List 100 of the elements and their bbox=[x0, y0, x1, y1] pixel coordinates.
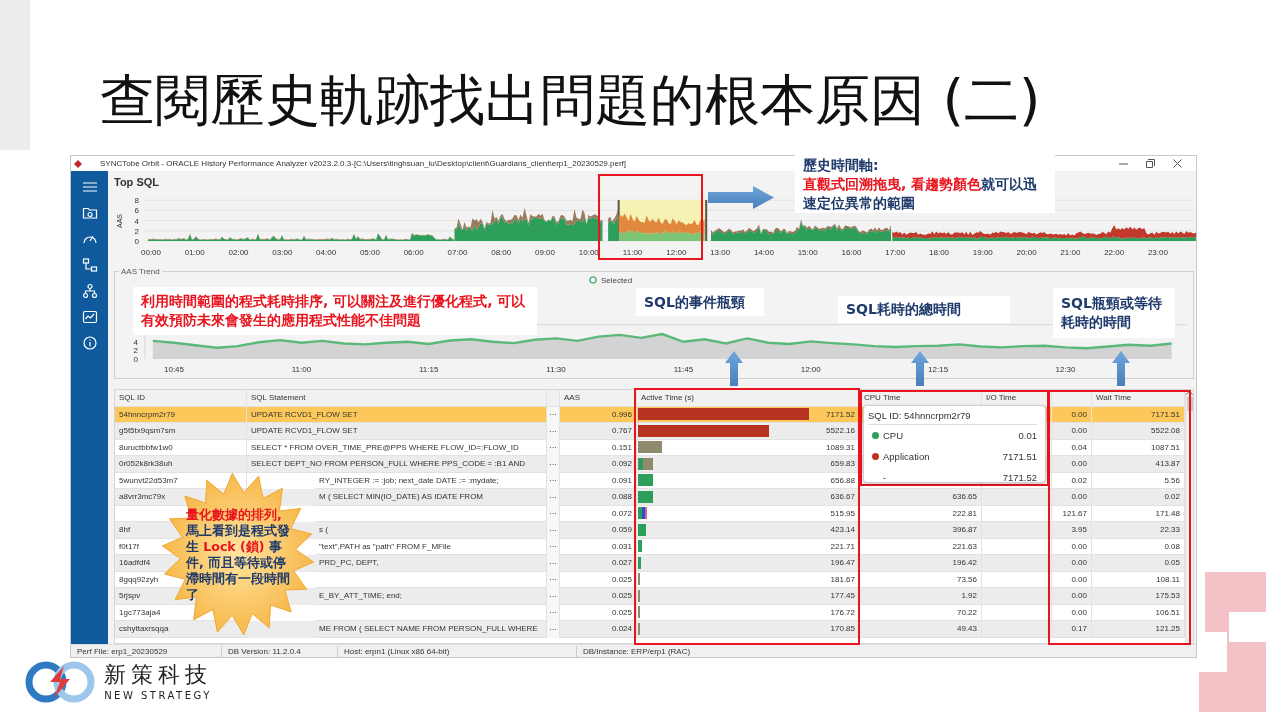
app-logo-icon bbox=[74, 159, 82, 168]
table-cell: 0.072 bbox=[611, 508, 632, 518]
callout-heading: 歷史時間軸: bbox=[803, 155, 880, 175]
table-cell: 0.00 bbox=[1071, 574, 1087, 584]
table-cell: a8vrr3mc79x bbox=[119, 492, 166, 502]
panel-title: AAS Trend bbox=[120, 266, 161, 276]
axis-label: 10:45 bbox=[164, 364, 185, 374]
scroll-up-icon[interactable] bbox=[1186, 389, 1193, 395]
table-cell: 3.95 bbox=[1071, 525, 1087, 535]
scroll-thumb[interactable] bbox=[1186, 396, 1193, 411]
axis-label: 00:00 bbox=[141, 247, 161, 257]
table-cell: s ( bbox=[319, 525, 328, 535]
restore-icon[interactable] bbox=[1146, 159, 1155, 168]
company-tagline: NEW STRATEGY bbox=[104, 690, 212, 701]
close-icon[interactable] bbox=[1173, 159, 1182, 168]
table-cell: 0.02 bbox=[1164, 492, 1180, 502]
table-cell: g5t5tx9qsm7sm bbox=[119, 426, 176, 436]
table-cell: 0.05 bbox=[1164, 558, 1180, 568]
table-cell: 177.45 bbox=[830, 591, 855, 601]
axis-label: 0 bbox=[133, 354, 138, 364]
table-cell: 515.95 bbox=[830, 508, 855, 518]
legend-label: Selected bbox=[601, 275, 633, 285]
axis-label: 16:00 bbox=[841, 247, 862, 257]
callout-text: 直觀式回溯拖曳, 看趨勢顏色就可以迅速定位異常的範圍 bbox=[803, 174, 1039, 213]
tooltip-value: 7171.52 bbox=[1002, 472, 1037, 483]
more-button[interactable]: ··· bbox=[547, 588, 560, 605]
table-cell: 121.25 bbox=[1155, 624, 1180, 634]
pointer-arrow bbox=[708, 186, 774, 209]
more-button[interactable]: ··· bbox=[547, 456, 560, 473]
table-cell: 0.996 bbox=[611, 409, 632, 419]
table-cell: 0.08 bbox=[1164, 541, 1180, 551]
axis-label: 06:00 bbox=[403, 247, 424, 257]
table-cell: 0.151 bbox=[611, 442, 632, 452]
info-icon[interactable] bbox=[81, 335, 98, 351]
table-cell: 0.00 bbox=[1071, 426, 1087, 436]
status-text: DB/Instance: ERP/erp1 (RAC) bbox=[582, 645, 692, 657]
table-cell: 0.00 bbox=[1071, 607, 1087, 617]
pointer-arrow bbox=[1112, 351, 1130, 386]
table-cell: 1089.31 bbox=[826, 442, 855, 452]
table-cell: 5wunvt22d53m7 bbox=[119, 475, 178, 485]
column-header[interactable]: Active Time (s) bbox=[637, 389, 860, 407]
axis-label: 17:00 bbox=[885, 247, 906, 257]
axis-label: 20:00 bbox=[1016, 247, 1037, 257]
axis-label: 03:00 bbox=[272, 247, 293, 257]
table-cell: 0.024 bbox=[611, 624, 632, 634]
axis-label: 11:15 bbox=[419, 364, 439, 374]
more-button[interactable]: ··· bbox=[547, 522, 560, 539]
axis-label: 13:00 bbox=[710, 247, 731, 257]
table-cell: 8uructbbfw1w0 bbox=[119, 442, 173, 452]
scrollbar[interactable] bbox=[1185, 389, 1193, 643]
axis-label: 12:15 bbox=[928, 364, 949, 374]
hierarchy-icon[interactable] bbox=[81, 283, 98, 299]
axis-label: 11:45 bbox=[673, 364, 694, 374]
table-cell: 0.092 bbox=[611, 459, 632, 469]
axis-label: 12:00 bbox=[800, 364, 821, 374]
axis-label: 10:00 bbox=[578, 247, 599, 257]
axis-label: 09:00 bbox=[535, 247, 556, 257]
axis-label: 6 bbox=[134, 206, 139, 216]
chart-icon[interactable] bbox=[81, 309, 98, 325]
network-icon[interactable] bbox=[81, 257, 98, 273]
table-cell: 54hnncrpm2r79 bbox=[119, 409, 176, 419]
menu-icon[interactable] bbox=[81, 179, 98, 195]
table-cell: 0.025 bbox=[611, 591, 632, 601]
more-button[interactable]: ··· bbox=[547, 489, 560, 506]
callout-text: SQL瓶頸或等待耗時的時間 bbox=[1061, 294, 1163, 332]
column-header[interactable] bbox=[1052, 389, 1092, 407]
table-cell: 5rjspv bbox=[119, 591, 141, 601]
more-button[interactable]: ··· bbox=[547, 621, 560, 638]
table-cell: 16adfdf4 bbox=[119, 558, 151, 568]
table-cell: 1087.51 bbox=[1151, 442, 1180, 452]
table-cell: 7171.51 bbox=[1151, 409, 1180, 419]
column-header[interactable]: SQL Statement bbox=[247, 389, 547, 407]
tooltip-value: 0.01 bbox=[1018, 430, 1037, 441]
axis-label: 08:00 bbox=[491, 247, 512, 257]
slide-title: 查閱歷史軌跡找出問題的根本原因 (二) bbox=[100, 68, 1041, 132]
more-button[interactable]: ··· bbox=[547, 423, 560, 440]
table-cell: 0.025 bbox=[611, 574, 632, 584]
table-cell: 0.00 bbox=[1071, 591, 1087, 601]
table-cell: 0.088 bbox=[611, 492, 632, 502]
table-cell: SELECT DEPT_NO FROM PERSON_FULL WHERE PPS_CODE = :B1 AND bbox=[251, 459, 526, 469]
axis-label: 11:00 bbox=[291, 364, 312, 374]
pointer-arrow bbox=[725, 351, 743, 386]
axis-label: 21:00 bbox=[1060, 247, 1081, 257]
table-cell: 636.65 bbox=[952, 492, 977, 502]
axis-label: 22:00 bbox=[1104, 247, 1125, 257]
table-cell: 8hf bbox=[119, 525, 131, 535]
status-text: Host: erpn1 (Linux x86 64-bit) bbox=[338, 645, 577, 657]
column-header[interactable]: AAS bbox=[560, 389, 637, 407]
folder-icon[interactable] bbox=[81, 205, 98, 221]
table-cell: 0r052k8rk38uh bbox=[119, 459, 173, 469]
table-cell: 0.027 bbox=[611, 558, 632, 568]
table-cell: 0.00 bbox=[1071, 541, 1087, 551]
column-header[interactable]: SQL ID bbox=[115, 389, 247, 407]
axis-label: 4 bbox=[134, 216, 139, 226]
table-cell: 659.83 bbox=[830, 459, 855, 469]
table-cell: 171.48 bbox=[1155, 508, 1180, 518]
table-cell: 170.85 bbox=[830, 624, 855, 634]
table-cell: 5522.16 bbox=[826, 426, 855, 436]
table-cell: 181.67 bbox=[830, 574, 855, 584]
more-button[interactable]: ··· bbox=[547, 555, 560, 572]
